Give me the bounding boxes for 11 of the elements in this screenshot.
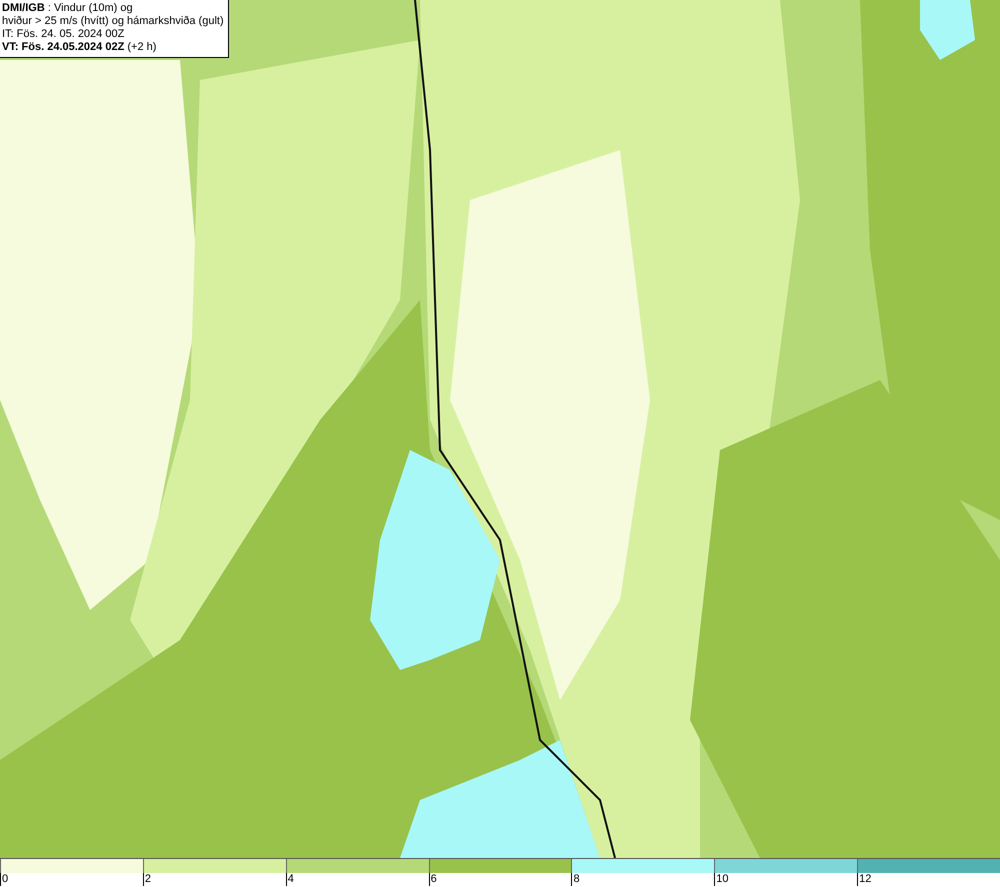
legend-text: VT: Fös. 24.05.2024 02Z (+2 h): [2, 41, 158, 54]
legend-text: DMI/IGB : Vindur (10m) og: [2, 2, 134, 15]
tick-label: 10: [714, 873, 729, 886]
legend-text: hviður > 25 m/s (hvítt) og hámarkshviða (gult): [2, 15, 224, 28]
tick-label: 0: [0, 873, 8, 886]
tick-label: 4: [286, 873, 294, 886]
tick-label: 6: [428, 873, 437, 886]
legend-text: IT: Fös. 24. 05. 2024 00Z: [2, 28, 126, 41]
tick-label: 2: [142, 873, 151, 886]
tick-label: 12: [857, 873, 872, 886]
tick-label: 8: [571, 873, 580, 886]
